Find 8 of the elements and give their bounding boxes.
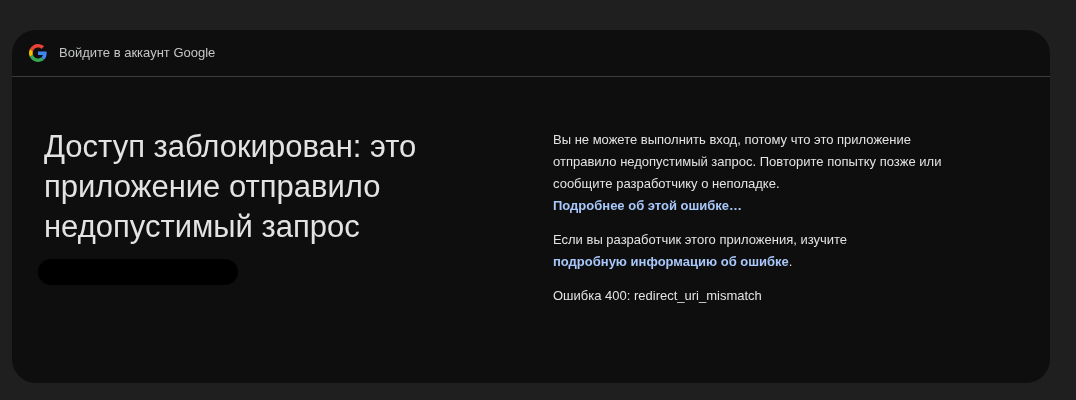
google-logo-icon — [29, 44, 47, 62]
help-link[interactable]: подробную информацию об ошибке — [553, 254, 789, 269]
body-paragraph: Ошибка 400: redirect_uri_mismatch — [553, 287, 763, 305]
header-title: Войдите в аккаунт Google — [59, 44, 216, 63]
body-paragraph: Вы не можете выполнить вход, потому что это приложение отправило недопустимый запрос. Повторите попытку позже или сообщите разработчику о неполадке. Подробнее об этой ошибке… — [553, 131, 943, 215]
page-heading: Доступ заблокирован: это приложение отправило недопустимый запрос — [44, 128, 418, 246]
help-link[interactable]: Подробнее об этой ошибке… — [553, 198, 743, 213]
body-paragraph: Если вы разработчик этого приложения, изучите подробную информацию об ошибке. — [553, 231, 849, 271]
